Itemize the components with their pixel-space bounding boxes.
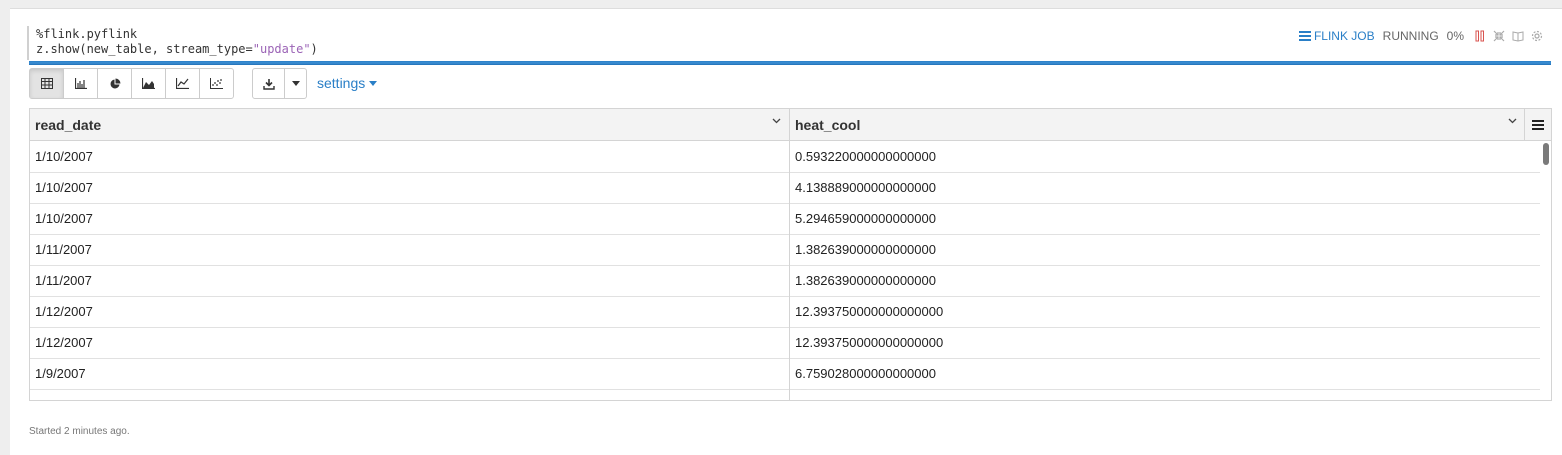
gear-icon[interactable] [1531, 30, 1543, 42]
grid-menu-button[interactable] [1524, 109, 1551, 140]
cell-heat-cool[interactable]: 6.759028000000000000 [790, 358, 1540, 389]
cell-heat-cool[interactable]: 12.393750000000000000 [790, 296, 1540, 327]
table-row[interactable]: 1/11/2007 1.382639000000000000 [30, 234, 1540, 266]
cell-heat-cool[interactable]: 12.393750000000000000 [790, 327, 1540, 358]
table-row[interactable]: 1/10/2007 4.138889000000000000 [30, 172, 1540, 204]
column-header-heat-cool[interactable]: heat_cool [790, 109, 1525, 140]
code-string: "update" [252, 42, 311, 56]
cell-read-date [30, 389, 790, 400]
download-button[interactable] [253, 69, 285, 98]
table-row[interactable]: 1/9/2007 6.759028000000000000 [30, 358, 1540, 390]
bar-chart-icon [74, 78, 87, 89]
table-row[interactable]: 1/10/2007 0.593220000000000000 [30, 141, 1540, 173]
area-chart-button[interactable] [132, 69, 166, 98]
cell-heat-cool[interactable]: 0.593220000000000000 [790, 141, 1540, 172]
area-chart-icon [142, 78, 155, 89]
line-chart-icon [176, 78, 189, 89]
cell-read-date[interactable]: 1/10/2007 [30, 172, 790, 203]
pie-chart-button[interactable] [98, 69, 132, 98]
chevron-down-icon[interactable] [772, 118, 781, 124]
book-icon[interactable] [1512, 30, 1524, 42]
pie-chart-icon [110, 78, 120, 88]
scatter-chart-button[interactable] [200, 69, 233, 98]
table-row-partial [30, 389, 1540, 400]
column-header-label: heat_cool [795, 116, 861, 133]
table-icon [40, 78, 53, 89]
code-text: ) [310, 42, 318, 56]
table-header: read_date heat_cool [30, 109, 1551, 141]
cell-read-date[interactable]: 1/10/2007 [30, 203, 790, 234]
scatter-chart-icon [210, 78, 223, 89]
table-row[interactable]: 1/12/2007 12.393750000000000000 [30, 296, 1540, 328]
cell-read-date[interactable]: 1/10/2007 [30, 141, 790, 172]
table-row[interactable]: 1/12/2007 12.393750000000000000 [30, 327, 1540, 359]
execution-status: Started 2 minutes ago. [29, 426, 130, 437]
download-icon [262, 78, 275, 90]
table-row[interactable]: 1/10/2007 5.294659000000000000 [30, 203, 1540, 235]
progress-bar [29, 61, 1551, 65]
line-chart-button[interactable] [166, 69, 200, 98]
flink-job-link[interactable]: FLINK JOB [1298, 29, 1375, 43]
download-button-group [252, 68, 307, 99]
cell-heat-cool[interactable]: 5.294659000000000000 [790, 203, 1540, 234]
job-list-icon [1298, 31, 1311, 41]
chevron-down-icon [291, 81, 300, 86]
column-header-label: read_date [35, 116, 102, 133]
collapse-icon[interactable] [1493, 30, 1505, 42]
code-line-2: z.show(new_table, stream_type="update") [36, 42, 1560, 57]
bar-chart-button[interactable] [64, 69, 98, 98]
visualization-toolbar [29, 68, 234, 99]
table-row[interactable]: 1/11/2007 1.382639000000000000 [30, 265, 1540, 297]
cell-read-date[interactable]: 1/12/2007 [30, 327, 790, 358]
result-table: read_date heat_cool 1/10/2007 0.593220000… [29, 108, 1552, 401]
settings-label: settings [317, 75, 366, 91]
cell-read-date[interactable]: 1/11/2007 [30, 234, 790, 265]
chevron-down-icon [369, 80, 378, 86]
progress-percent: 0% [1446, 29, 1464, 43]
chevron-down-icon[interactable] [1508, 118, 1517, 124]
flink-job-label: FLINK JOB [1313, 29, 1375, 43]
cell-read-date[interactable]: 1/9/2007 [30, 358, 790, 389]
cell-heat-cool [790, 389, 1540, 400]
cell-read-date[interactable]: 1/12/2007 [30, 296, 790, 327]
table-view-button[interactable] [30, 69, 64, 98]
run-status: RUNNING [1382, 29, 1439, 43]
download-dropdown-toggle[interactable] [285, 69, 306, 98]
column-header-read-date[interactable]: read_date [30, 109, 790, 140]
pause-icon[interactable] [1474, 30, 1486, 42]
cell-heat-cool[interactable]: 1.382639000000000000 [790, 234, 1540, 265]
cell-heat-cool[interactable]: 4.138889000000000000 [790, 172, 1540, 203]
cell-read-date[interactable]: 1/11/2007 [30, 265, 790, 296]
hamburger-menu-icon [1532, 119, 1544, 130]
vertical-scrollbar[interactable] [1543, 143, 1549, 165]
settings-toggle[interactable]: settings [317, 75, 378, 91]
paragraph-controls: FLINK JOB RUNNING 0% [1298, 28, 1550, 44]
cell-heat-cool[interactable]: 1.382639000000000000 [790, 265, 1540, 296]
code-text: z.show(new_table, stream_type= [36, 42, 253, 56]
